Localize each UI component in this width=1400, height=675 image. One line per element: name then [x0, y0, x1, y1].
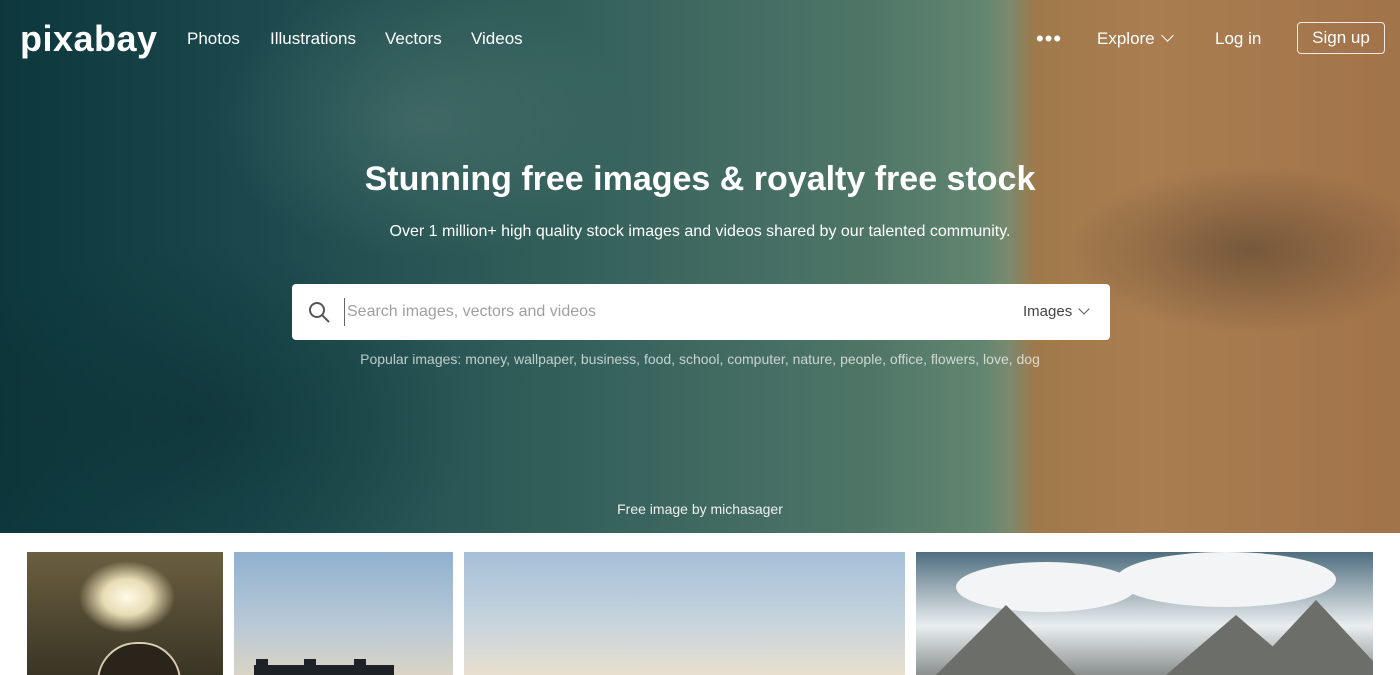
gallery-thumbnail[interactable] [234, 552, 453, 675]
popular-tag[interactable]: dog [1017, 351, 1040, 367]
popular-tag[interactable]: wallpaper [514, 351, 573, 367]
explore-label: Explore [1097, 29, 1155, 48]
popular-tag[interactable]: office [890, 351, 923, 367]
gallery-thumbnail[interactable] [916, 552, 1373, 675]
roof-shape [304, 659, 316, 665]
top-navigation: pixabay Photos Illustrations Vectors Vid… [0, 0, 1400, 76]
popular-tag[interactable]: school [679, 351, 719, 367]
login-link[interactable]: Log in [1215, 29, 1261, 49]
roof-shape [256, 659, 268, 665]
gallery-thumbnail[interactable] [464, 552, 905, 675]
popular-tag[interactable]: computer [727, 351, 785, 367]
media-type-selected: Images [1023, 303, 1073, 320]
image-credit[interactable]: Free image by michasager [0, 501, 1400, 517]
hero-background [0, 0, 1400, 533]
nav-photos[interactable]: Photos [187, 29, 240, 49]
popular-searches: Popular images: money, wallpaper, busine… [0, 351, 1400, 367]
cloud-shape [1116, 552, 1336, 607]
signup-button[interactable]: Sign up [1297, 22, 1385, 54]
roof-shape [354, 659, 366, 665]
hero-title: Stunning free images & royalty free stoc… [364, 160, 1036, 198]
explore-menu[interactable]: Explore [1097, 29, 1174, 49]
popular-label: Popular images: [360, 351, 462, 367]
gallery-thumbnail[interactable] [27, 552, 223, 675]
media-type-dropdown[interactable]: Images [1023, 303, 1090, 320]
popular-tag[interactable]: love [983, 351, 1009, 367]
nav-vectors[interactable]: Vectors [385, 29, 442, 49]
chevron-down-icon [1160, 29, 1174, 42]
pixabay-logo[interactable]: pixabay [20, 18, 158, 60]
mountain-shape [936, 605, 1076, 675]
popular-tag[interactable]: money [465, 351, 506, 367]
nav-illustrations[interactable]: Illustrations [270, 29, 356, 49]
popular-tags: money, wallpaper, business, food, school… [465, 351, 1040, 367]
mountain-shape [1246, 600, 1373, 675]
search-input[interactable] [344, 298, 987, 326]
search-icon[interactable] [308, 301, 330, 323]
hero-subtitle: Over 1 million+ high quality stock image… [389, 223, 1011, 240]
chevron-down-icon [1078, 303, 1090, 315]
portrait-silhouette [97, 642, 181, 675]
popular-tag[interactable]: business [581, 351, 636, 367]
popular-tag[interactable]: flowers [931, 351, 975, 367]
popular-tag[interactable]: food [644, 351, 671, 367]
more-menu-icon[interactable]: ••• [1036, 26, 1062, 52]
search-bar: Images [292, 284, 1110, 340]
building-silhouette [254, 665, 394, 675]
nav-videos[interactable]: Videos [471, 29, 523, 49]
popular-tag[interactable]: people [840, 351, 882, 367]
popular-tag[interactable]: nature [793, 351, 833, 367]
